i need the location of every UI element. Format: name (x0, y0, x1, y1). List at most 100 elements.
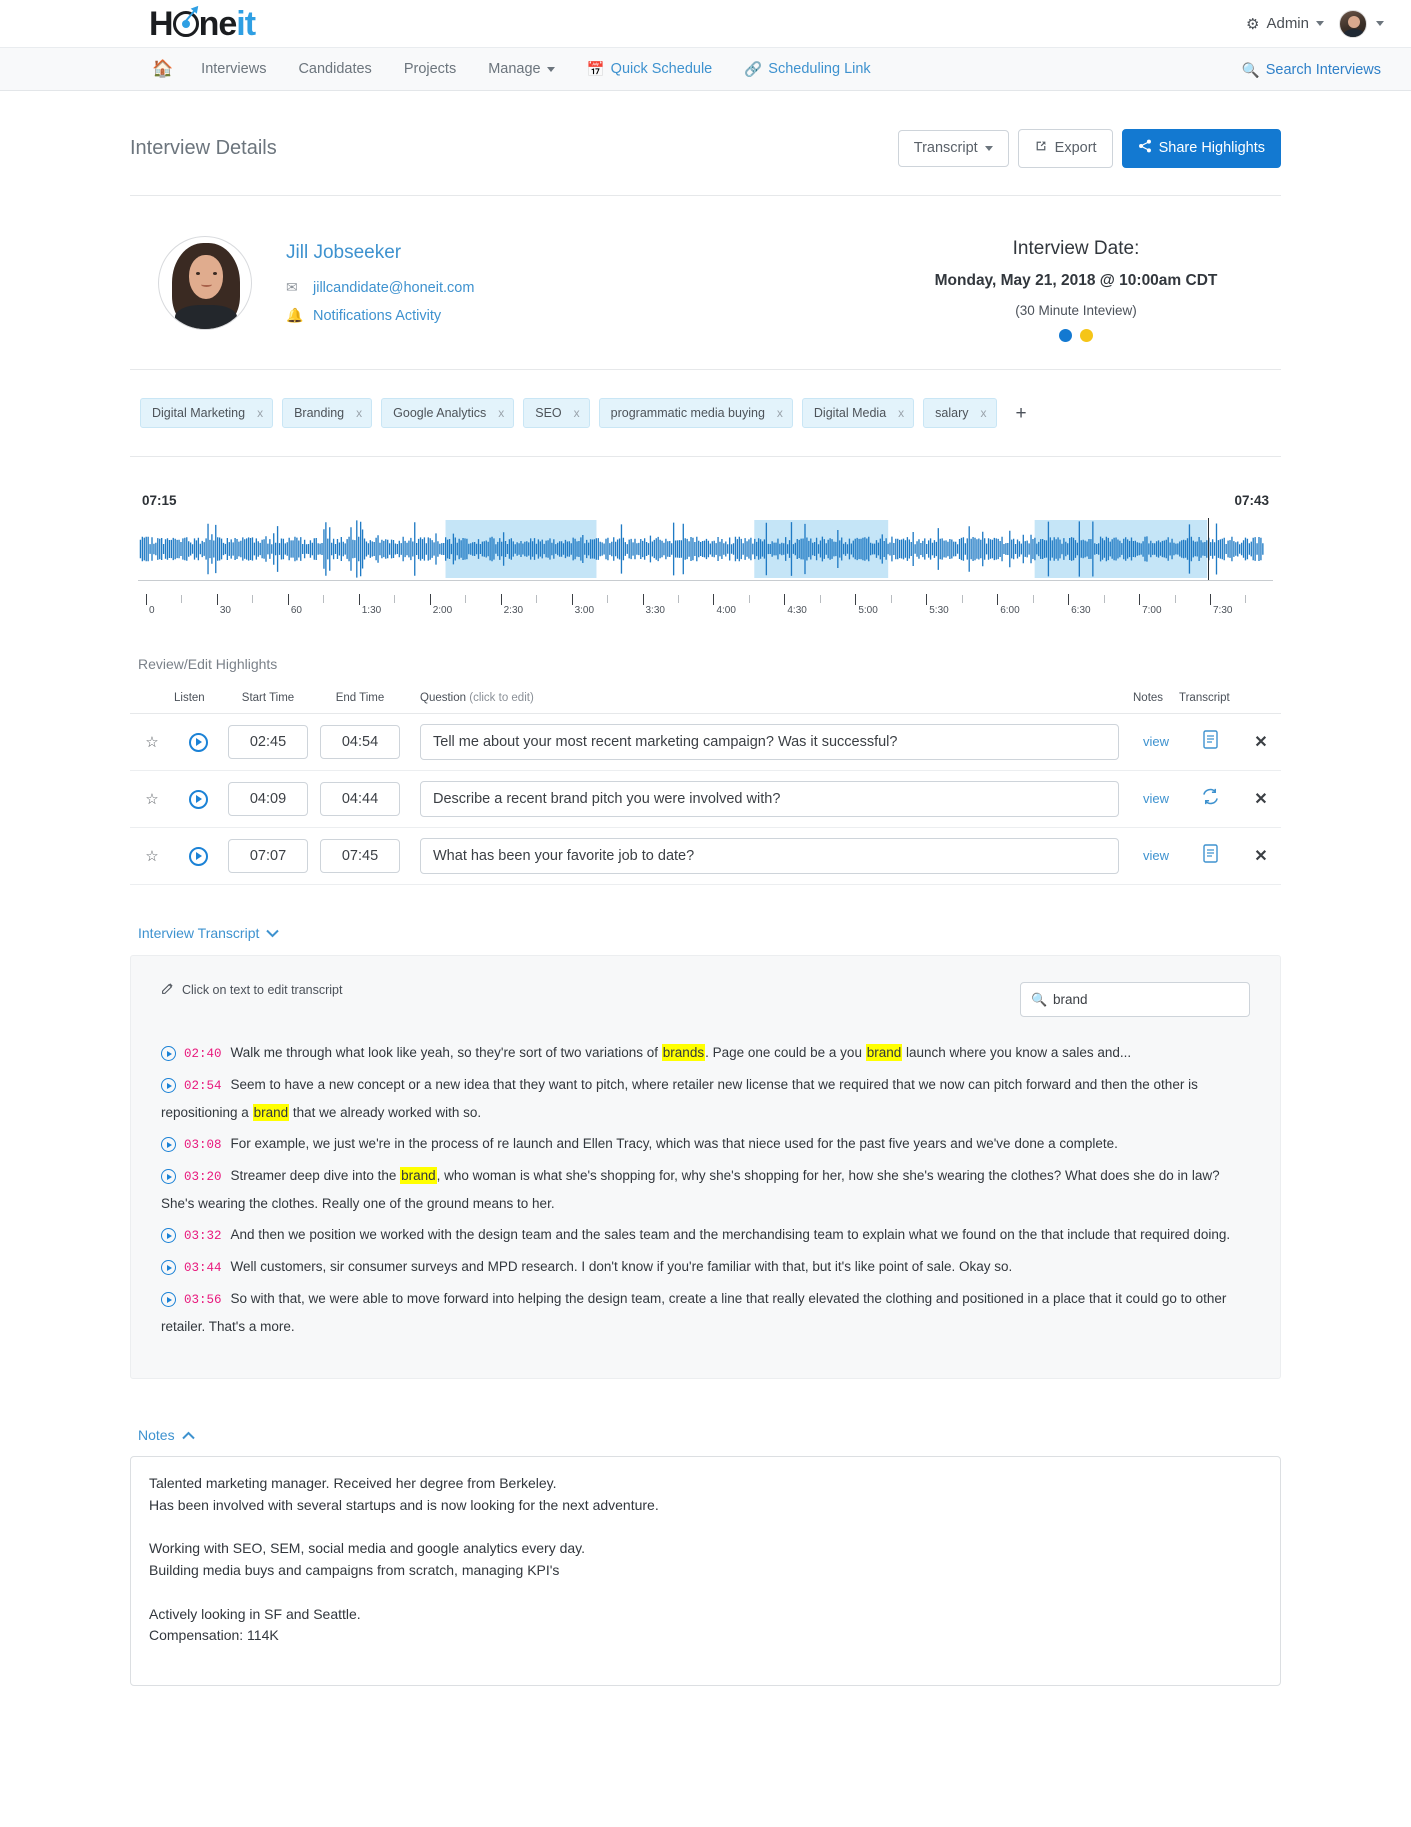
add-tag-button[interactable]: + (1010, 404, 1033, 423)
nav-home[interactable]: 🏠 (140, 47, 185, 91)
view-notes-link[interactable]: view (1143, 848, 1169, 863)
tag-remove-icon[interactable]: x (574, 406, 580, 420)
tag-remove-icon[interactable]: x (981, 406, 987, 420)
delete-highlight-icon[interactable]: ✕ (1254, 791, 1267, 808)
ruler-label: 3:30 (645, 605, 665, 617)
transcript-play[interactable] (161, 1078, 176, 1094)
candidate-email-row[interactable]: ✉ jillcandidate@honeit.com (286, 279, 474, 296)
question-input[interactable] (420, 838, 1119, 875)
admin-menu[interactable]: ⚙ Admin (1246, 15, 1324, 33)
cell-end-time (314, 770, 406, 829)
ruler-tick-minor (323, 595, 325, 604)
end-time-input[interactable] (320, 725, 400, 760)
transcript-search-input[interactable] (1020, 982, 1250, 1018)
interview-transcript-toggle[interactable]: Interview Transcript (130, 885, 1281, 955)
start-time-input[interactable] (228, 782, 308, 817)
transcript-timestamp[interactable]: 03:32 (184, 1229, 222, 1243)
ruler-tick (429, 594, 431, 606)
honeit-logo[interactable]: H ne it (149, 2, 256, 41)
document-icon[interactable] (1202, 844, 1218, 864)
play-icon[interactable] (188, 789, 208, 809)
transcript-line[interactable]: 03:08 For example, we just we're in the p… (161, 1130, 1250, 1158)
notes-toggle-label: Notes (138, 1427, 175, 1444)
transcript-line[interactable]: 03:56 So with that, we were able to move … (161, 1285, 1250, 1340)
play-icon[interactable] (161, 1137, 176, 1153)
notes-textarea[interactable] (130, 1456, 1281, 1686)
play-icon[interactable] (161, 1046, 176, 1062)
question-input[interactable] (420, 781, 1119, 818)
transcript-timestamp[interactable]: 02:54 (184, 1079, 222, 1093)
share-button-label: Share Highlights (1158, 140, 1265, 156)
waveform[interactable] (138, 518, 1273, 581)
question-input[interactable] (420, 724, 1119, 761)
end-time-input[interactable] (320, 839, 400, 874)
col-question-hint: (click to edit) (469, 692, 534, 705)
candidate-name[interactable]: Jill Jobseeker (286, 242, 474, 264)
tag-remove-icon[interactable]: x (777, 406, 783, 420)
tag-remove-icon[interactable]: x (898, 406, 904, 420)
search-interviews-link[interactable]: 🔍 Search Interviews (1242, 48, 1381, 92)
nav-item-candidates[interactable]: Candidates (282, 47, 387, 91)
notes-toggle[interactable]: Notes (130, 1379, 1281, 1456)
ruler-label: 4:00 (716, 605, 736, 617)
transcript-play[interactable] (161, 1260, 176, 1276)
admin-label: Admin (1266, 15, 1309, 32)
nav-item-manage[interactable]: Manage (472, 47, 570, 91)
nav-item-scheduling-link[interactable]: 🔗 Scheduling Link (728, 47, 886, 91)
transcript-dropdown-button[interactable]: Transcript (897, 130, 1009, 168)
tag-remove-icon[interactable]: x (356, 406, 362, 420)
transcript-line[interactable]: 03:20 Streamer deep dive into the brand, … (161, 1162, 1250, 1217)
play-icon[interactable] (188, 846, 208, 866)
nav-item-quick-schedule[interactable]: 📅 Quick Schedule (571, 47, 729, 91)
transcript-play[interactable] (161, 1292, 176, 1308)
transcript-play[interactable] (161, 1137, 176, 1153)
transcript-play[interactable] (161, 1169, 176, 1185)
export-button[interactable]: Export (1017, 129, 1113, 169)
ruler-label: 7:00 (1142, 605, 1162, 617)
favorite-star-icon[interactable]: ☆ (145, 734, 158, 751)
gear-icon: ⚙ (1246, 15, 1260, 33)
view-notes-link[interactable]: view (1143, 734, 1169, 749)
nav-item-interviews[interactable]: Interviews (185, 47, 282, 91)
envelope-icon: ✉ (286, 279, 298, 296)
view-notes-link[interactable]: view (1143, 791, 1169, 806)
transcript-line[interactable]: 03:32 And then we position we worked with… (161, 1221, 1250, 1249)
play-icon[interactable] (161, 1292, 176, 1308)
document-icon[interactable] (1202, 730, 1218, 750)
transcript-play[interactable] (161, 1228, 176, 1244)
ruler-label: 60 (290, 605, 302, 617)
playhead-marker[interactable] (1208, 518, 1210, 581)
start-time-input[interactable] (228, 839, 308, 874)
play-icon[interactable] (161, 1228, 176, 1244)
delete-highlight-icon[interactable]: ✕ (1254, 734, 1267, 751)
transcript-line[interactable]: 02:54 Seem to have a new concept or a new… (161, 1071, 1250, 1126)
start-time-input[interactable] (228, 725, 308, 760)
transcript-timestamp[interactable]: 03:56 (184, 1293, 222, 1307)
col-question-label: Question (420, 692, 467, 705)
notifications-activity-row[interactable]: 🔔 Notifications Activity (286, 307, 474, 324)
transcript-line[interactable]: 03:44 Well customers, sir consumer survey… (161, 1253, 1250, 1281)
transcript-timestamp[interactable]: 03:08 (184, 1138, 222, 1152)
tag-remove-icon[interactable]: x (498, 406, 504, 420)
transcript-play[interactable] (161, 1046, 176, 1062)
waveform-canvas (139, 520, 1264, 579)
play-icon[interactable] (188, 732, 208, 752)
favorite-star-icon[interactable]: ☆ (145, 848, 158, 865)
share-highlights-button[interactable]: Share Highlights (1121, 129, 1281, 169)
nav-item-projects[interactable]: Projects (388, 47, 472, 91)
timeline-ruler[interactable]: 0 30 60 1:30 2:00 2:30 3:00 3:30 4:00 4:30 5:00 5:3… (138, 594, 1273, 628)
tag-remove-icon[interactable]: x (257, 406, 263, 420)
transcript-timestamp[interactable]: 03:44 (184, 1261, 222, 1275)
play-icon[interactable] (161, 1078, 176, 1094)
sync-icon[interactable] (1201, 787, 1220, 806)
delete-highlight-icon[interactable]: ✕ (1254, 848, 1267, 865)
transcript-timestamp[interactable]: 02:40 (184, 1047, 222, 1061)
transcript-timestamp[interactable]: 03:20 (184, 1170, 222, 1184)
transcript-line[interactable]: 02:40 Walk me through what look like yeah… (161, 1039, 1250, 1067)
end-time-input[interactable] (320, 782, 400, 817)
transcript-text: . Page one could be a you (705, 1045, 866, 1061)
user-menu[interactable] (1339, 9, 1384, 38)
play-icon[interactable] (161, 1169, 176, 1185)
favorite-star-icon[interactable]: ☆ (145, 791, 158, 808)
play-icon[interactable] (161, 1260, 176, 1276)
